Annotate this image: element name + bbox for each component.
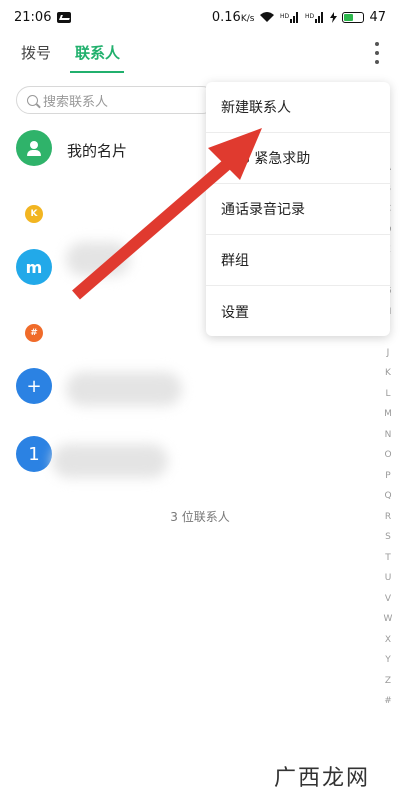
contact-avatar[interactable]: +	[16, 368, 52, 404]
my-card-label[interactable]: 我的名片	[67, 140, 127, 161]
alphabet-letter[interactable]: N	[385, 425, 392, 446]
watermark-logo: 广西龙网	[273, 766, 370, 791]
contact-name-blurred[interactable]	[52, 444, 168, 478]
menu-item-call-recordings[interactable]: 通话录音记录	[206, 184, 390, 235]
battery-icon	[342, 11, 365, 23]
contact-avatar[interactable]: m	[16, 249, 52, 285]
contact-avatar[interactable]: 1	[16, 436, 52, 472]
status-bar: 21:06 0.16K/s HD HD 47	[0, 0, 400, 34]
message-icon	[57, 11, 72, 23]
search-icon	[27, 94, 38, 106]
alphabet-letter[interactable]: V	[385, 589, 391, 610]
signal-icon: HD	[305, 12, 324, 23]
active-tab-indicator	[70, 71, 124, 73]
section-header-k: K	[25, 205, 43, 223]
tab-bar: 拨号 联系人	[0, 34, 400, 74]
wifi-icon	[260, 12, 275, 22]
signal-icon: HD	[280, 12, 299, 23]
alphabet-letter[interactable]: T	[385, 548, 391, 569]
status-time: 21:06	[14, 9, 52, 25]
person-icon	[27, 141, 41, 156]
alphabet-letter[interactable]: W	[384, 609, 393, 630]
alphabet-letter[interactable]: J	[387, 343, 390, 364]
alphabet-letter[interactable]: S	[385, 527, 391, 548]
section-header-hash: #	[25, 324, 43, 342]
menu-item-new-contact[interactable]: 新建联系人	[206, 82, 390, 133]
search-input[interactable]: 搜索联系人	[16, 86, 216, 114]
tab-contacts[interactable]: 联系人	[75, 42, 120, 63]
contact-name-blurred[interactable]	[66, 372, 182, 406]
contact-name-blurred[interactable]	[66, 242, 130, 276]
menu-item-settings[interactable]: 设置	[206, 286, 390, 336]
alphabet-letter[interactable]: O	[384, 445, 391, 466]
alphabet-letter[interactable]: Q	[384, 486, 391, 507]
more-vertical-icon[interactable]	[372, 42, 382, 64]
alphabet-letter[interactable]: U	[385, 568, 392, 589]
menu-item-groups[interactable]: 群组	[206, 235, 390, 286]
menu-item-sos[interactable]: SOS 紧急求助	[206, 133, 390, 184]
alphabet-letter[interactable]: K	[385, 363, 391, 384]
alphabet-letter[interactable]: X	[385, 630, 391, 651]
overflow-menu: 新建联系人 SOS 紧急求助 通话录音记录 群组 设置	[206, 82, 390, 336]
alphabet-letter[interactable]: M	[384, 404, 392, 425]
alphabet-letter[interactable]: P	[385, 466, 390, 487]
alphabet-letter[interactable]: Y	[385, 650, 391, 671]
alphabet-letter[interactable]: L	[385, 384, 390, 405]
my-card-avatar[interactable]	[16, 130, 52, 166]
search-placeholder: 搜索联系人	[43, 94, 109, 110]
charging-icon	[330, 11, 338, 23]
svg-text:HD: HD	[280, 13, 290, 20]
alphabet-letter[interactable]: #	[384, 691, 392, 712]
tab-dial[interactable]: 拨号	[21, 42, 51, 63]
alphabet-letter[interactable]: Z	[385, 671, 391, 692]
battery-level: 47	[369, 9, 386, 25]
network-speed: 0.16K/s	[211, 9, 255, 25]
alphabet-letter[interactable]: R	[385, 507, 391, 528]
contact-count: 3 位联系人	[170, 510, 230, 524]
svg-text:HD: HD	[305, 13, 315, 20]
